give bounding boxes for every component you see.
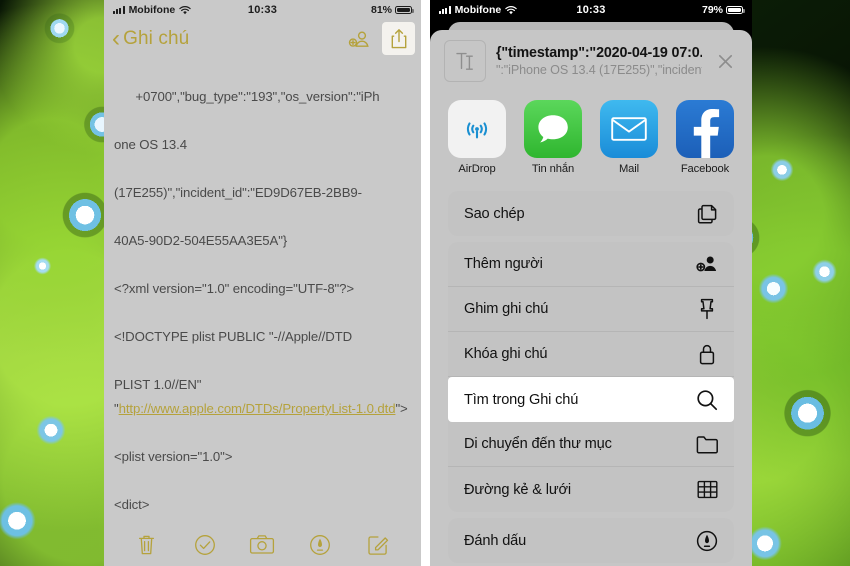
action-label: Sao chép [464,205,525,222]
airdrop-icon [448,100,506,158]
right-phone-screenshot: Mobifone 10:33 79% {"timestamp":"2020-04… [430,0,752,566]
add-person-icon[interactable] [344,24,374,54]
action-label: Khóa ghi chú [464,346,548,362]
facebook-icon [676,100,734,158]
note-line: (17E255)","incident_id":"ED9D67EB-2BB9- [114,185,362,200]
note-line: <dict> [114,497,150,512]
copy-icon [694,201,720,227]
delete-icon[interactable] [130,528,164,562]
left-status-bar: Mobifone 10:33 81% [104,0,421,20]
battery-icon [726,5,745,15]
mail-icon [600,100,658,158]
note-line: <?xml version="1.0" encoding="UTF-8"?> [114,281,354,296]
share-preview-header: {"timestamp":"2020-04-19 07:0... ":"iPho… [430,30,752,94]
note-line: +0700","bug_type":"193","os_version":"iP… [135,89,380,104]
note-line: <plist version="1.0"> [114,449,233,464]
markup-icon[interactable] [303,528,337,562]
pin-icon [694,296,720,322]
share-apps-row: AirDrop Tin nhắn Mail Facebook [430,94,752,185]
action-label: Đánh dấu [464,532,527,549]
share-app-mail[interactable]: Mail [600,100,658,175]
chevron-left-icon: ‹ [112,24,121,52]
lock-icon [694,341,720,367]
left-phone-screenshot: Mobifone 10:33 81% ‹ Ghi chú +0700","bug… [104,0,421,566]
search-icon [694,387,720,413]
share-actions-group-3: Đánh dấu [448,518,734,563]
left-battery-percent: 81% [370,4,392,16]
action-di-chuyen-den-thu-muc[interactable]: Di chuyển đến thư mục [448,422,734,467]
note-line: one OS 13.4 [114,137,187,152]
left-navigation-bar: ‹ Ghi chú [104,20,421,57]
compose-icon[interactable] [361,528,395,562]
share-app-label: Facebook [680,163,730,175]
action-duong-ke-va-luoi[interactable]: Đường kẻ & lưới [448,467,734,512]
note-text-content[interactable]: +0700","bug_type":"193","os_version":"iP… [104,57,421,544]
note-line: 40A5-90D2-504E55AA3E5A"} [114,233,288,248]
share-actions-group-2: Thêm người Ghim ghi chú Khóa ghi chú Tìm… [448,242,734,512]
grid-icon [694,477,720,503]
back-button-label: Ghi chú [123,27,190,49]
action-label: Di chuyển đến thư mục [464,436,612,452]
share-app-facebook[interactable]: Facebook [676,100,734,175]
share-icon[interactable] [382,22,415,55]
share-app-airdrop[interactable]: AirDrop [448,100,506,175]
screenshot-canvas: Mobifone 10:33 81% ‹ Ghi chú +0700","bug… [0,0,850,566]
action-tim-trong-ghi-chu[interactable]: Tìm trong Ghi chú [448,377,734,422]
checklist-icon[interactable] [188,528,222,562]
action-them-nguoi[interactable]: Thêm người [448,242,734,287]
close-icon[interactable] [712,48,738,74]
note-line: <!DOCTYPE plist PUBLIC "-//Apple//DTD [114,329,353,344]
back-to-notes-button[interactable]: ‹ Ghi chú [112,24,190,52]
share-preview-subtitle: ":"iPhone OS 13.4 (17E255)","incident_i.… [496,63,702,77]
folder-icon [694,431,720,457]
right-battery-percent: 79% [701,4,723,16]
battery-icon [395,5,414,15]
share-actions-group-1: Sao chép [448,191,734,236]
text-cursor-icon [444,40,486,82]
action-label: Thêm người [464,256,543,272]
phones-divider [421,0,430,566]
share-app-messages[interactable]: Tin nhắn [524,100,582,175]
action-danh-dau[interactable]: Đánh dấu [448,518,734,563]
share-sheet: {"timestamp":"2020-04-19 07:0... ":"iPho… [430,30,752,566]
action-label: Tìm trong Ghi chú [464,391,579,408]
camera-icon[interactable] [245,528,279,562]
share-preview-title: {"timestamp":"2020-04-19 07:0... [496,45,702,61]
messages-icon [524,100,582,158]
action-label: Đường kẻ & lưới [464,481,571,498]
action-label: Ghim ghi chú [464,301,549,317]
note-link-tail: "> [395,401,408,416]
action-ghim-ghi-chu[interactable]: Ghim ghi chú [448,287,734,332]
apple-dtd-link[interactable]: http://www.apple.com/DTDs/PropertyList-1… [119,401,396,416]
action-khoa-ghi-chu[interactable]: Khóa ghi chú [448,332,734,377]
action-sao-chep[interactable]: Sao chép [448,191,734,236]
right-status-bar: Mobifone 10:33 79% [430,0,752,20]
add-person-icon [694,251,720,277]
share-app-label: AirDrop [458,163,496,175]
share-app-label: Mail [618,163,640,175]
markup-circle-icon [694,528,720,554]
share-app-label: Tin nhắn [531,163,575,175]
note-bottom-toolbar [104,524,421,566]
